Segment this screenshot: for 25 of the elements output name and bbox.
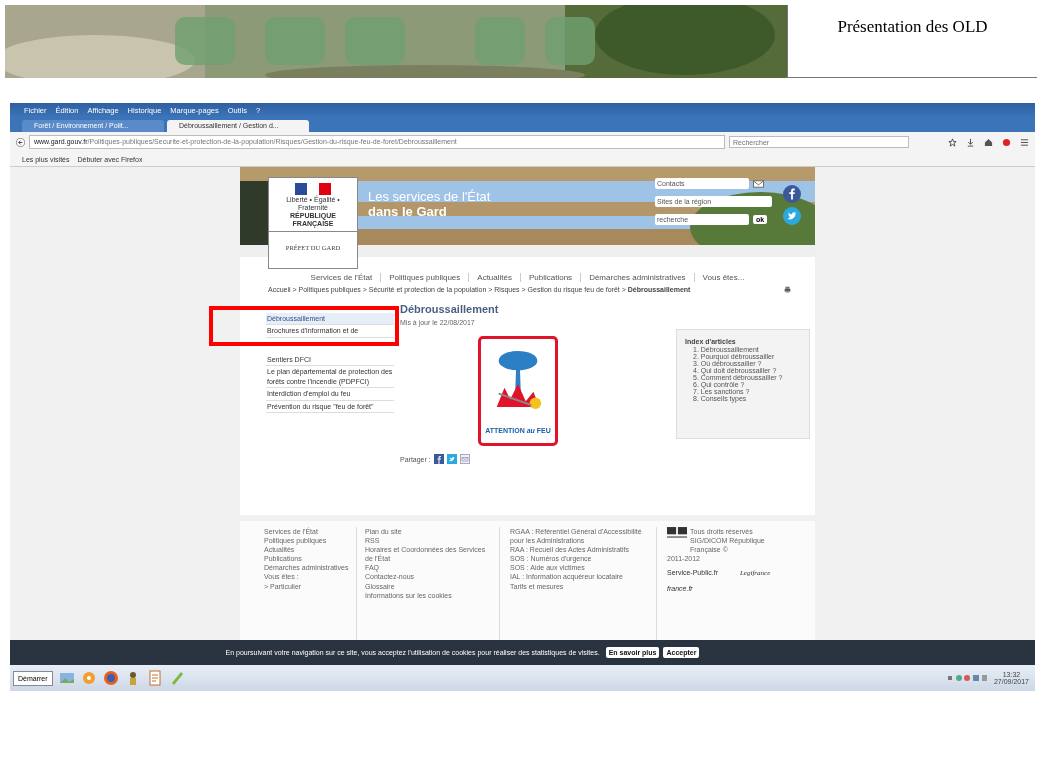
nav-link[interactable]: Services de l'État [302, 273, 381, 282]
globe-icon[interactable] [102, 670, 119, 686]
nav-link[interactable]: Politiques publiques [380, 273, 469, 282]
article-title: Débroussaillement [400, 303, 500, 315]
nav-link[interactable]: Publications [520, 273, 581, 282]
nav-link[interactable]: Démarches administratives [580, 273, 694, 282]
nav-link[interactable]: Actualités [468, 273, 520, 282]
ministry-logo-icon [667, 527, 687, 538]
home-icon[interactable] [984, 137, 993, 147]
back-arrow-icon[interactable] [16, 137, 25, 147]
star-icon[interactable] [948, 137, 957, 147]
twitter-icon[interactable] [783, 207, 801, 225]
mail-icon[interactable] [753, 179, 764, 188]
printer-icon[interactable] [784, 286, 791, 293]
slide-title: Présentation des OLD [837, 17, 988, 37]
flag-icon [293, 183, 333, 195]
site-subtitle: dans le Gard [368, 204, 448, 219]
circle-icon[interactable] [1002, 137, 1011, 147]
facebook-icon[interactable] [433, 454, 444, 464]
site-title: Les services de l'État [368, 189, 491, 204]
download-icon[interactable] [966, 137, 975, 147]
tray-icons-drawing [947, 674, 988, 682]
facebook-icon[interactable] [783, 185, 801, 203]
menu-icon[interactable] [1020, 137, 1029, 147]
nav-link[interactable]: Vous êtes... [693, 273, 753, 282]
